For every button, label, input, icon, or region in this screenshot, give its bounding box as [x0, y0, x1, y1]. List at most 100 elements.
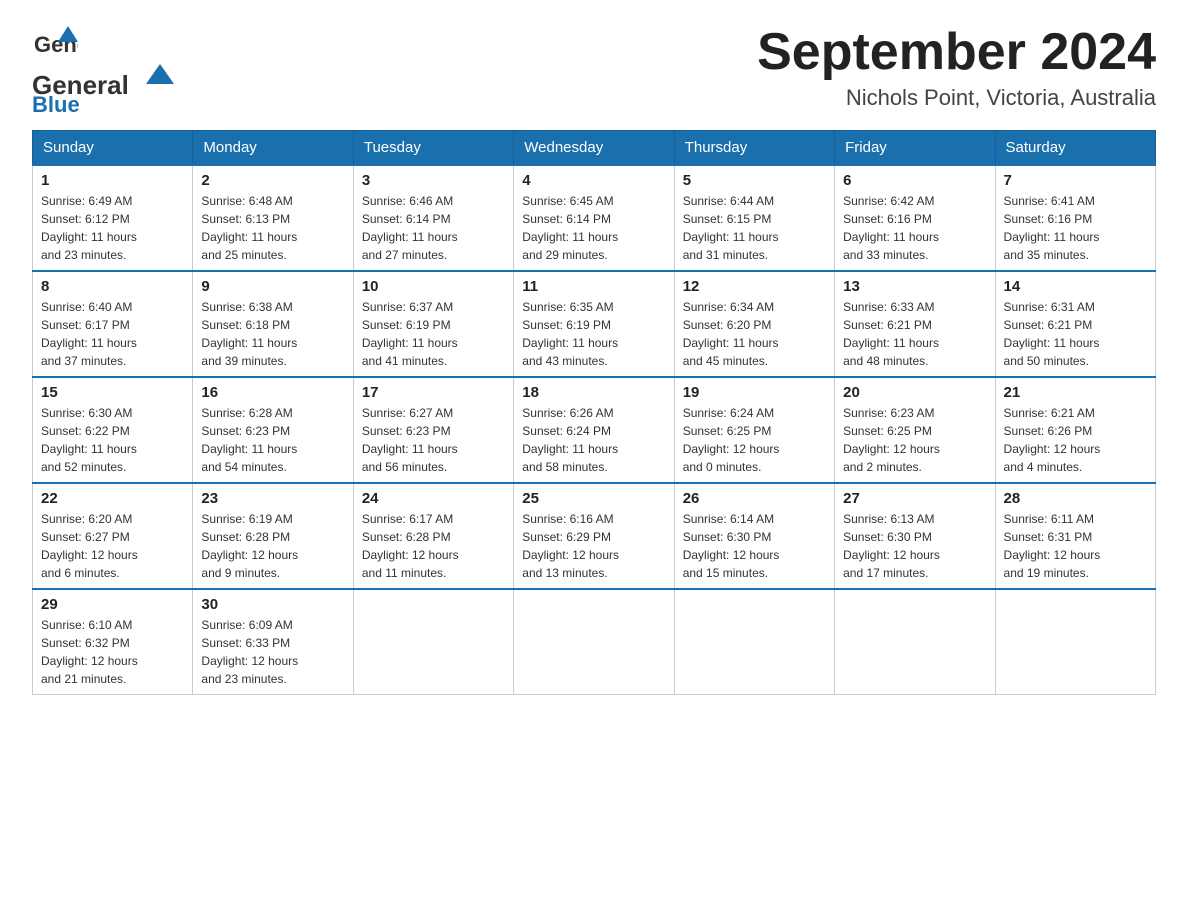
day-number: 7 [1004, 172, 1147, 189]
calendar-cell: 11 Sunrise: 6:35 AMSunset: 6:19 PMDaylig… [514, 271, 674, 377]
week-row-4: 22 Sunrise: 6:20 AMSunset: 6:27 PMDaylig… [33, 483, 1156, 589]
day-number: 16 [201, 384, 344, 401]
calendar-cell: 27 Sunrise: 6:13 AMSunset: 6:30 PMDaylig… [835, 483, 995, 589]
day-number: 14 [1004, 278, 1147, 295]
day-info: Sunrise: 6:46 AMSunset: 6:14 PMDaylight:… [362, 194, 458, 262]
day-number: 15 [41, 384, 184, 401]
calendar-cell: 9 Sunrise: 6:38 AMSunset: 6:18 PMDayligh… [193, 271, 353, 377]
day-info: Sunrise: 6:37 AMSunset: 6:19 PMDaylight:… [362, 300, 458, 368]
calendar-cell: 1 Sunrise: 6:49 AMSunset: 6:12 PMDayligh… [33, 165, 193, 271]
calendar-cell: 26 Sunrise: 6:14 AMSunset: 6:30 PMDaylig… [674, 483, 834, 589]
col-friday: Friday [835, 131, 995, 166]
week-row-2: 8 Sunrise: 6:40 AMSunset: 6:17 PMDayligh… [33, 271, 1156, 377]
calendar-cell: 3 Sunrise: 6:46 AMSunset: 6:14 PMDayligh… [353, 165, 513, 271]
calendar-cell [835, 589, 995, 695]
day-info: Sunrise: 6:19 AMSunset: 6:28 PMDaylight:… [201, 512, 298, 580]
calendar-cell: 22 Sunrise: 6:20 AMSunset: 6:27 PMDaylig… [33, 483, 193, 589]
day-info: Sunrise: 6:13 AMSunset: 6:30 PMDaylight:… [843, 512, 940, 580]
day-info: Sunrise: 6:30 AMSunset: 6:22 PMDaylight:… [41, 406, 137, 474]
col-monday: Monday [193, 131, 353, 166]
day-number: 25 [522, 490, 665, 507]
calendar-cell: 6 Sunrise: 6:42 AMSunset: 6:16 PMDayligh… [835, 165, 995, 271]
calendar-cell: 29 Sunrise: 6:10 AMSunset: 6:32 PMDaylig… [33, 589, 193, 695]
calendar-table: Sunday Monday Tuesday Wednesday Thursday… [32, 130, 1156, 695]
day-number: 5 [683, 172, 826, 189]
page-subtitle: Nichols Point, Victoria, Australia [757, 85, 1156, 111]
day-number: 29 [41, 596, 184, 613]
day-number: 9 [201, 278, 344, 295]
calendar-cell [353, 589, 513, 695]
calendar-cell: 19 Sunrise: 6:24 AMSunset: 6:25 PMDaylig… [674, 377, 834, 483]
day-info: Sunrise: 6:34 AMSunset: 6:20 PMDaylight:… [683, 300, 779, 368]
calendar-header-row: Sunday Monday Tuesday Wednesday Thursday… [33, 131, 1156, 166]
day-info: Sunrise: 6:42 AMSunset: 6:16 PMDaylight:… [843, 194, 939, 262]
calendar-cell: 5 Sunrise: 6:44 AMSunset: 6:15 PMDayligh… [674, 165, 834, 271]
col-thursday: Thursday [674, 131, 834, 166]
week-row-1: 1 Sunrise: 6:49 AMSunset: 6:12 PMDayligh… [33, 165, 1156, 271]
calendar-cell: 10 Sunrise: 6:37 AMSunset: 6:19 PMDaylig… [353, 271, 513, 377]
col-saturday: Saturday [995, 131, 1155, 166]
calendar-cell [514, 589, 674, 695]
day-info: Sunrise: 6:40 AMSunset: 6:17 PMDaylight:… [41, 300, 137, 368]
day-number: 17 [362, 384, 505, 401]
calendar-cell: 14 Sunrise: 6:31 AMSunset: 6:21 PMDaylig… [995, 271, 1155, 377]
day-number: 22 [41, 490, 184, 507]
day-number: 6 [843, 172, 986, 189]
day-number: 27 [843, 490, 986, 507]
calendar-cell: 16 Sunrise: 6:28 AMSunset: 6:23 PMDaylig… [193, 377, 353, 483]
day-number: 30 [201, 596, 344, 613]
day-info: Sunrise: 6:45 AMSunset: 6:14 PMDaylight:… [522, 194, 618, 262]
calendar-cell [674, 589, 834, 695]
calendar-cell [995, 589, 1155, 695]
day-info: Sunrise: 6:31 AMSunset: 6:21 PMDaylight:… [1004, 300, 1100, 368]
day-info: Sunrise: 6:17 AMSunset: 6:28 PMDaylight:… [362, 512, 459, 580]
calendar-cell: 21 Sunrise: 6:21 AMSunset: 6:26 PMDaylig… [995, 377, 1155, 483]
calendar-cell: 7 Sunrise: 6:41 AMSunset: 6:16 PMDayligh… [995, 165, 1155, 271]
day-info: Sunrise: 6:38 AMSunset: 6:18 PMDaylight:… [201, 300, 297, 368]
page-title: September 2024 [757, 24, 1156, 81]
day-info: Sunrise: 6:10 AMSunset: 6:32 PMDaylight:… [41, 618, 138, 686]
day-number: 19 [683, 384, 826, 401]
day-number: 28 [1004, 490, 1147, 507]
calendar-cell: 4 Sunrise: 6:45 AMSunset: 6:14 PMDayligh… [514, 165, 674, 271]
day-number: 24 [362, 490, 505, 507]
day-info: Sunrise: 6:28 AMSunset: 6:23 PMDaylight:… [201, 406, 297, 474]
day-info: Sunrise: 6:26 AMSunset: 6:24 PMDaylight:… [522, 406, 618, 474]
logo-full: General Blue [32, 62, 192, 112]
day-info: Sunrise: 6:16 AMSunset: 6:29 PMDaylight:… [522, 512, 619, 580]
calendar-cell: 23 Sunrise: 6:19 AMSunset: 6:28 PMDaylig… [193, 483, 353, 589]
day-number: 23 [201, 490, 344, 507]
calendar-cell: 24 Sunrise: 6:17 AMSunset: 6:28 PMDaylig… [353, 483, 513, 589]
col-wednesday: Wednesday [514, 131, 674, 166]
day-number: 21 [1004, 384, 1147, 401]
day-info: Sunrise: 6:27 AMSunset: 6:23 PMDaylight:… [362, 406, 458, 474]
calendar-cell: 30 Sunrise: 6:09 AMSunset: 6:33 PMDaylig… [193, 589, 353, 695]
calendar-cell: 25 Sunrise: 6:16 AMSunset: 6:29 PMDaylig… [514, 483, 674, 589]
calendar-cell: 20 Sunrise: 6:23 AMSunset: 6:25 PMDaylig… [835, 377, 995, 483]
svg-text:Blue: Blue [32, 92, 80, 112]
day-number: 11 [522, 278, 665, 295]
day-number: 10 [362, 278, 505, 295]
day-info: Sunrise: 6:20 AMSunset: 6:27 PMDaylight:… [41, 512, 138, 580]
day-info: Sunrise: 6:23 AMSunset: 6:25 PMDaylight:… [843, 406, 940, 474]
day-number: 3 [362, 172, 505, 189]
calendar-cell: 13 Sunrise: 6:33 AMSunset: 6:21 PMDaylig… [835, 271, 995, 377]
calendar-cell: 17 Sunrise: 6:27 AMSunset: 6:23 PMDaylig… [353, 377, 513, 483]
col-tuesday: Tuesday [353, 131, 513, 166]
day-number: 2 [201, 172, 344, 189]
calendar-cell: 12 Sunrise: 6:34 AMSunset: 6:20 PMDaylig… [674, 271, 834, 377]
col-sunday: Sunday [33, 131, 193, 166]
day-info: Sunrise: 6:35 AMSunset: 6:19 PMDaylight:… [522, 300, 618, 368]
day-number: 20 [843, 384, 986, 401]
calendar-cell: 18 Sunrise: 6:26 AMSunset: 6:24 PMDaylig… [514, 377, 674, 483]
calendar-cell: 8 Sunrise: 6:40 AMSunset: 6:17 PMDayligh… [33, 271, 193, 377]
day-info: Sunrise: 6:33 AMSunset: 6:21 PMDaylight:… [843, 300, 939, 368]
page-header: General General Blue September 2024 Nich… [32, 24, 1156, 112]
day-number: 13 [843, 278, 986, 295]
week-row-5: 29 Sunrise: 6:10 AMSunset: 6:32 PMDaylig… [33, 589, 1156, 695]
day-number: 18 [522, 384, 665, 401]
day-number: 4 [522, 172, 665, 189]
day-number: 8 [41, 278, 184, 295]
logo-area: General General Blue [32, 24, 192, 112]
day-info: Sunrise: 6:48 AMSunset: 6:13 PMDaylight:… [201, 194, 297, 262]
